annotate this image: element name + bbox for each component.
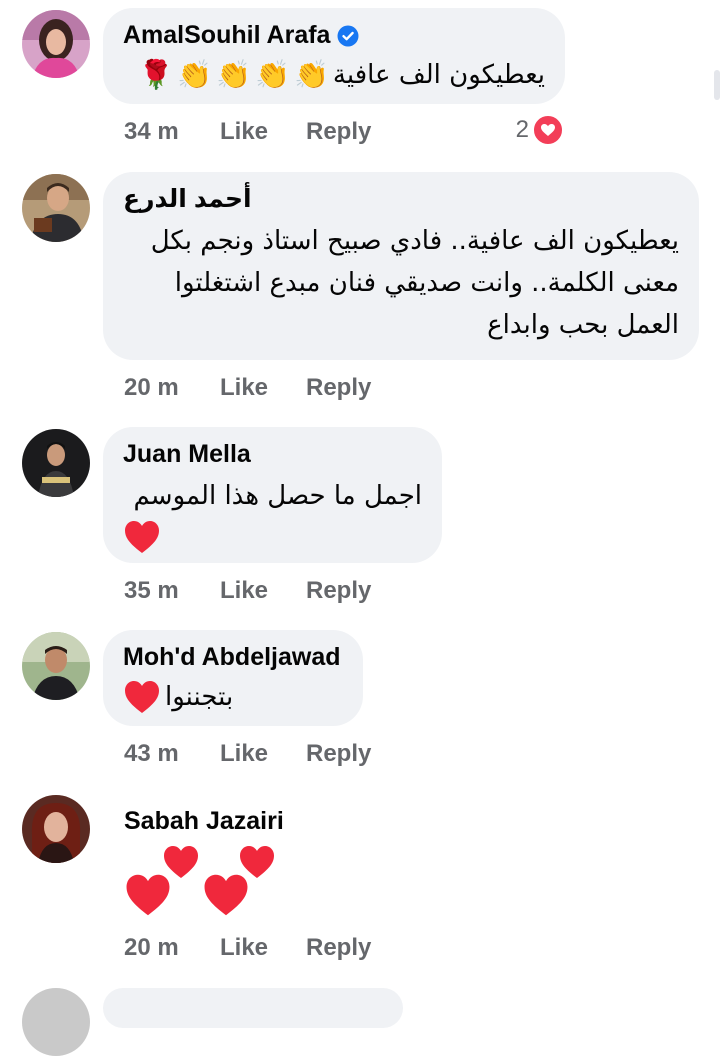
red-heart-icon	[162, 844, 200, 880]
red-heart-icon	[238, 844, 276, 880]
author-name-wrapper: AmalSouhil Arafa	[123, 20, 545, 50]
avatar[interactable]	[22, 174, 90, 242]
avatar[interactable]	[22, 795, 90, 863]
comment-bubble: أحمد الدرع يعطيكون الف عافية.. فادي صبيح…	[103, 172, 699, 360]
reaction-summary[interactable]: 2	[516, 114, 564, 146]
comment-timestamp[interactable]: 34 m	[124, 118, 220, 146]
author-name[interactable]: AmalSouhil Arafa	[123, 20, 330, 50]
red-heart-icon	[123, 519, 161, 555]
comment-timestamp[interactable]: 35 m	[124, 577, 220, 605]
scrollbar-edge[interactable]	[714, 70, 720, 100]
red-heart-icon	[123, 679, 161, 715]
avatar[interactable]	[22, 429, 90, 497]
comment-timestamp[interactable]: 20 m	[124, 374, 220, 402]
comment-actions: 43 m Like Reply	[124, 737, 371, 771]
comment-timestamp[interactable]: 43 m	[124, 740, 220, 768]
clapping-hands-icon: 👏	[294, 59, 329, 90]
like-button[interactable]: Like	[220, 374, 306, 402]
clapping-hands-icon: 👏	[216, 59, 252, 90]
comment-text: اجمل ما حصل هذا الموسم	[133, 481, 422, 511]
avatar[interactable]	[22, 988, 90, 1056]
rose-icon: 🌹	[138, 59, 174, 90]
like-button[interactable]: Like	[220, 577, 306, 605]
reaction-emoji-group	[124, 844, 284, 920]
like-button[interactable]: Like	[220, 934, 306, 962]
comment-bubble: AmalSouhil Arafa 🌹 👏 👏 👏 👏 يعطيكون الف ع…	[103, 8, 565, 104]
avatar[interactable]	[22, 10, 90, 78]
comment-text-line: العمل بحب وابداع	[487, 310, 679, 340]
comment-actions: 35 m Like Reply	[124, 574, 371, 608]
reply-button[interactable]: Reply	[306, 374, 371, 402]
comment-text: بتجننوا	[165, 682, 234, 712]
reply-button[interactable]: Reply	[306, 118, 371, 146]
comment-timestamp[interactable]: 20 m	[124, 934, 220, 962]
comment-bubble: Moh'd Abdeljawad بتجننوا	[103, 630, 363, 726]
comment-bubble	[103, 988, 403, 1028]
author-name[interactable]: أحمد الدرع	[123, 184, 252, 214]
like-button[interactable]: Like	[220, 118, 306, 146]
comment-text-line: معنى الكلمة.. وانت صديقي فنان مبدع اشتغل…	[174, 268, 679, 298]
comment-text: يعطيكون الف عافية	[332, 60, 545, 90]
red-heart-icon	[202, 872, 248, 916]
comment-bubble: Juan Mella اجمل ما حصل هذا الموسم	[103, 427, 442, 563]
comment-text-line: يعطيكون الف عافية.. فادي صبيح استاذ ونجم…	[150, 226, 679, 256]
reply-button[interactable]: Reply	[306, 577, 371, 605]
author-name[interactable]: Moh'd Abdeljawad	[123, 642, 343, 672]
reply-button[interactable]: Reply	[306, 934, 371, 962]
avatar[interactable]	[22, 632, 90, 700]
heart-reaction-icon	[532, 114, 564, 146]
author-name[interactable]: Juan Mella	[123, 439, 422, 469]
clapping-hands-icon: 👏	[255, 59, 291, 90]
comment-actions: 34 m Like Reply	[124, 115, 371, 149]
reaction-count: 2	[515, 116, 529, 143]
verified-badge-icon	[337, 24, 359, 47]
red-heart-icon	[124, 872, 170, 916]
author-name[interactable]: Sabah Jazairi	[124, 806, 284, 836]
clapping-hands-icon: 👏	[177, 59, 213, 90]
comment-actions: 20 m Like Reply	[124, 371, 371, 405]
like-button[interactable]: Like	[220, 740, 306, 768]
reply-button[interactable]: Reply	[306, 740, 371, 768]
comment-actions: 20 m Like Reply	[124, 931, 371, 965]
